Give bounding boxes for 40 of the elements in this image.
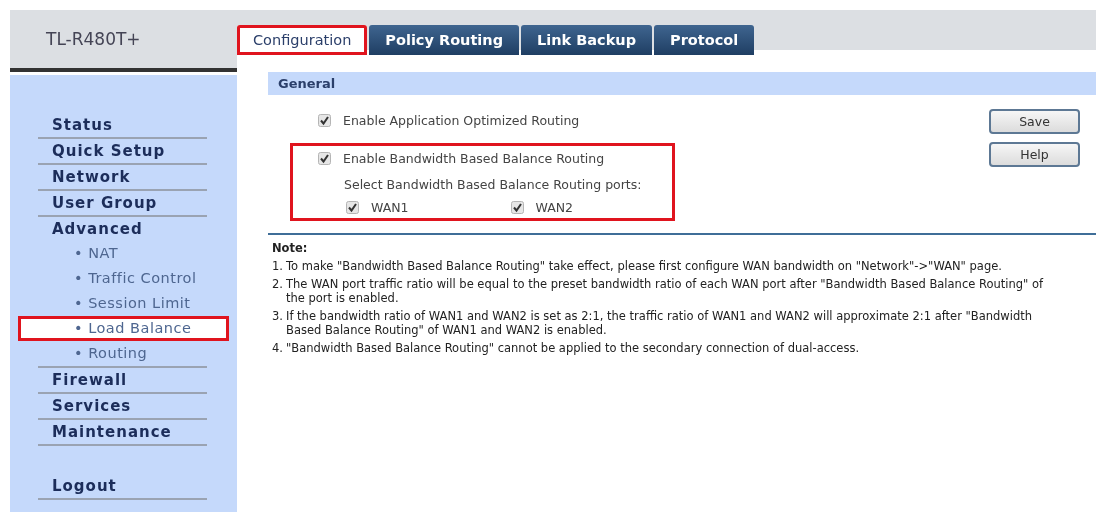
checkbox-label: Enable Application Optimized Routing xyxy=(343,112,580,128)
submenu-item[interactable]: • Load Balance xyxy=(18,316,229,341)
help-button[interactable]: Help xyxy=(989,142,1080,167)
note-text: "Bandwidth Based Balance Routing" cannot be applied to the secondary connection of dual-access. xyxy=(286,341,860,355)
list-number: 4. xyxy=(272,341,284,355)
checkbox-label: Enable Bandwidth Based Balance Routing xyxy=(343,150,605,166)
note-text: The WAN port traffic ratio will be equal to the preset bandwidth ratio of each WAN port after "Bandwidth Based Balance Routing" of the port is enabled. xyxy=(286,277,1045,305)
list-number: 1. xyxy=(272,259,284,273)
checkbox-label: WAN1 xyxy=(371,200,409,215)
checkbox-label: WAN2 xyxy=(535,200,574,215)
menu-item[interactable]: Network xyxy=(38,165,207,191)
list-number: 2. xyxy=(272,277,284,293)
tab[interactable]: Link Backup xyxy=(521,25,653,55)
menu-item[interactable]: Advanced xyxy=(38,217,207,241)
menu-item[interactable]: User Group xyxy=(38,191,207,217)
menu-item[interactable]: Status xyxy=(38,113,207,139)
section-header: General xyxy=(268,72,1096,95)
menu-item[interactable]: Maintenance xyxy=(38,420,207,446)
note-title: Note: xyxy=(272,241,309,255)
submenu-item[interactable]: • Session Limit xyxy=(10,291,237,316)
submenu-item[interactable]: • Routing xyxy=(10,341,237,366)
tab[interactable]: Protocol xyxy=(654,25,755,55)
submenu-item[interactable]: • NAT xyxy=(10,241,237,266)
save-button[interactable]: Save xyxy=(989,109,1080,134)
note-text: To make "Bandwidth Based Balance Routing" take effect, please first configure WAN bandwidth on "Network"->"WAN" page. xyxy=(286,259,1002,273)
logout-link[interactable]: Logout xyxy=(38,474,207,500)
note-text: If the bandwidth ratio of WAN1 and WAN2 is set as 2:1, the traffic ratio of WAN1 and WAN2 will approximate 2:1 after "Bandwidth Based Balance Routing" of WAN1 and WAN2 is enabled. xyxy=(286,309,1034,337)
menu-item[interactable]: Services xyxy=(38,394,207,420)
tab[interactable]: Policy Routing xyxy=(369,25,520,55)
ports-label: Select Bandwidth Based Balance Routing ports: xyxy=(343,177,643,192)
device-model: TL-R480T+ xyxy=(46,29,141,49)
checkbox[interactable] xyxy=(318,151,331,165)
tab[interactable]: Configuration xyxy=(237,25,368,55)
checkbox[interactable] xyxy=(510,201,524,214)
checkbox[interactable] xyxy=(318,113,331,127)
checkbox[interactable] xyxy=(346,201,359,214)
submenu-item[interactable]: • Traffic Control xyxy=(10,266,237,291)
menu-item[interactable]: Firewall xyxy=(38,368,207,394)
list-number: 3. xyxy=(272,309,284,325)
menu-item[interactable]: Quick Setup xyxy=(38,139,207,165)
